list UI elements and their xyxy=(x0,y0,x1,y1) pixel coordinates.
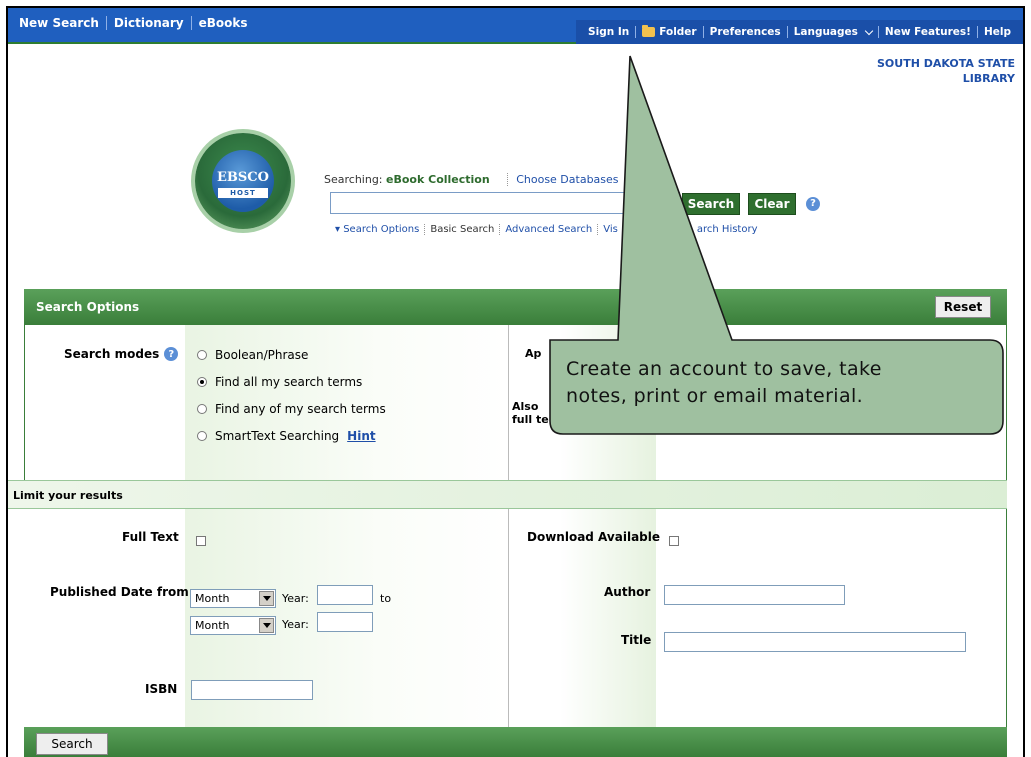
full-text-checkbox[interactable] xyxy=(196,536,206,546)
radio-button[interactable] xyxy=(197,350,207,360)
full-text-label: Full Text xyxy=(122,530,179,544)
help-icon[interactable]: ? xyxy=(164,347,179,361)
apply-options-fragment: Ap xyxy=(525,347,542,360)
published-date-label: Published Date from xyxy=(50,585,189,599)
download-available-label: Download Available xyxy=(527,530,661,544)
radio-button[interactable] xyxy=(197,404,207,414)
basic-search-link[interactable]: Basic Search xyxy=(425,224,501,235)
mode-smarttext[interactable]: SmartText Searching Hint xyxy=(197,429,376,443)
visual-search-link[interactable]: Vis xyxy=(598,224,624,235)
isbn-input[interactable] xyxy=(191,680,313,700)
ebooks-link[interactable]: eBooks xyxy=(192,16,255,30)
logo-sub-text: HOST xyxy=(218,188,268,198)
also-text: Also xyxy=(512,400,539,413)
folder-label: Folder xyxy=(659,26,697,38)
languages-dropdown[interactable]: Languages xyxy=(788,26,879,38)
options-divider xyxy=(508,325,509,480)
topnav-right: Sign In Folder Preferences Languages New… xyxy=(576,20,1023,44)
limit-results-title: Limit your results xyxy=(13,489,123,502)
author-label: Author xyxy=(604,585,651,599)
from-year-input[interactable] xyxy=(317,585,373,605)
searching-line: Searching: eBook Collection Choose Datab… xyxy=(324,173,619,186)
mode-label: Boolean/Phrase xyxy=(215,348,309,362)
mode-label: Find any of my search terms xyxy=(215,402,386,416)
to-year-input[interactable] xyxy=(317,612,373,632)
title-input[interactable] xyxy=(664,632,966,652)
preferences-link[interactable]: Preferences xyxy=(704,26,788,38)
from-month-value: Month xyxy=(195,592,230,605)
year-label: Year: xyxy=(282,592,309,605)
search-options-header: Search Options Reset xyxy=(24,289,1007,325)
download-available-checkbox[interactable] xyxy=(669,536,679,546)
radio-button-selected[interactable] xyxy=(197,377,207,387)
search-options-link[interactable]: ▾ Search Options xyxy=(330,224,426,235)
sign-in-label: Sign In xyxy=(588,26,630,38)
to-month-select[interactable]: Month xyxy=(190,616,276,635)
help-icon: ? xyxy=(806,196,820,211)
hint-link[interactable]: Hint xyxy=(347,429,375,443)
year-label: Year: xyxy=(282,618,309,631)
reset-button[interactable]: Reset xyxy=(935,296,991,318)
logo-main-text: EBSCO xyxy=(217,170,269,185)
collection-name: eBook Collection xyxy=(386,173,490,186)
search-input[interactable] xyxy=(330,192,680,214)
search-history-link[interactable]: arch History xyxy=(692,224,763,235)
topnav-left: New Search Dictionary eBooks xyxy=(12,16,254,30)
new-search-link[interactable]: New Search xyxy=(12,16,107,30)
sign-in-link[interactable]: Sign In xyxy=(582,26,637,38)
isbn-label: ISBN xyxy=(145,682,178,696)
advanced-search-link[interactable]: Advanced Search xyxy=(500,224,599,235)
languages-label: Languages xyxy=(793,26,858,38)
mode-boolean-phrase[interactable]: Boolean/Phrase xyxy=(197,348,308,362)
folder-icon xyxy=(642,25,656,37)
bottom-search-button[interactable]: Search xyxy=(36,733,108,755)
full-text-fragment: full te xyxy=(512,413,549,426)
callout-line2: notes, print or email material. xyxy=(566,385,864,407)
title-label: Title xyxy=(621,633,652,647)
callout-line1: Create an account to save, take xyxy=(566,358,882,380)
logo-globe: EBSCO HOST xyxy=(212,150,274,212)
library-name[interactable]: SOUTH DAKOTA STATE LIBRARY xyxy=(877,56,1015,86)
callout-text: Create an account to save, take notes, p… xyxy=(566,356,966,410)
mode-label: SmartText Searching xyxy=(215,429,340,443)
search-options-label: Search Options xyxy=(343,224,420,235)
mode-find-all-terms[interactable]: Find all my search terms xyxy=(197,375,362,389)
search-modes-text: Search modes xyxy=(64,347,160,361)
from-month-select[interactable]: Month xyxy=(190,589,276,608)
ebscohost-logo: EBSCO HOST xyxy=(195,133,291,229)
to-month-value: Month xyxy=(195,619,230,632)
folder-link[interactable]: Folder xyxy=(636,25,704,38)
mode-find-any-terms[interactable]: Find any of my search terms xyxy=(197,402,386,416)
chevron-down-icon xyxy=(864,26,874,35)
new-features-link[interactable]: New Features! xyxy=(879,26,978,38)
limit-divider xyxy=(508,509,509,727)
search-sublinks: ▾ Search Options Basic Search Advanced S… xyxy=(330,224,763,235)
dropdown-arrow-icon xyxy=(259,591,274,606)
clear-button[interactable]: Clear xyxy=(748,193,796,215)
author-input[interactable] xyxy=(664,585,845,605)
search-options-title: Search Options xyxy=(36,300,140,314)
dropdown-arrow-icon xyxy=(259,618,274,633)
choose-databases-link[interactable]: Choose Databases xyxy=(507,173,619,186)
library-line2: LIBRARY xyxy=(962,72,1015,85)
search-modes-label: Search modes ? xyxy=(64,347,179,361)
limit-results-header: Limit your results xyxy=(8,480,1007,509)
mode-label: Find all my search terms xyxy=(215,375,363,389)
help-link[interactable]: Help xyxy=(978,26,1017,38)
search-button[interactable]: Search xyxy=(682,193,740,215)
radio-button[interactable] xyxy=(197,431,207,441)
bottom-action-bar: Search xyxy=(24,727,1007,757)
search-help-button[interactable]: ? xyxy=(806,195,820,211)
library-line1: SOUTH DAKOTA STATE xyxy=(876,57,1015,70)
searching-label: Searching: xyxy=(324,173,383,186)
dictionary-link[interactable]: Dictionary xyxy=(107,16,192,30)
top-navigation: New Search Dictionary eBooks Sign In Fol… xyxy=(8,8,1023,44)
to-label: to xyxy=(380,592,392,605)
also-search-fragment: Also full te xyxy=(512,400,549,426)
